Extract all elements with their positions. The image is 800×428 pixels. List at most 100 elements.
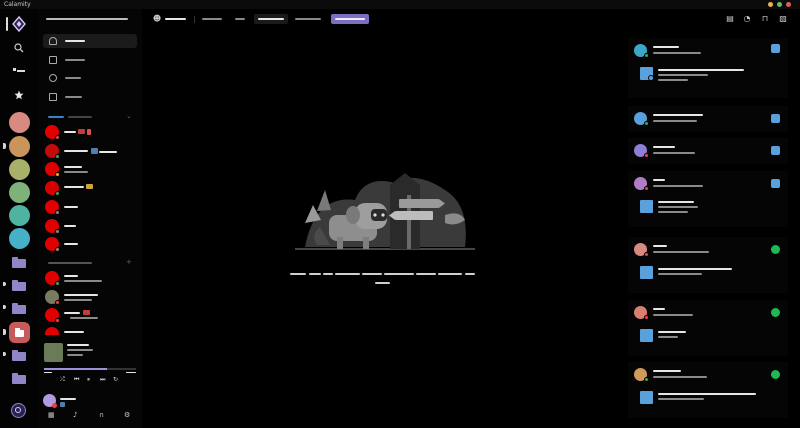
server-icon[interactable] <box>9 182 30 203</box>
activity-card[interactable] <box>628 362 788 418</box>
activity-card[interactable] <box>628 237 788 293</box>
app-icon <box>771 179 780 188</box>
activity-status-icon[interactable]: ▦ <box>48 411 55 419</box>
quick-switch-icon[interactable] <box>10 62 28 80</box>
activity-icon <box>91 148 98 154</box>
server-folder-icon[interactable] <box>12 373 26 384</box>
nav-nitro[interactable] <box>43 71 137 85</box>
activity-card[interactable] <box>628 38 788 98</box>
dm-item[interactable] <box>45 237 137 252</box>
album-art <box>640 329 653 342</box>
badge-icon <box>60 402 65 407</box>
activity-card[interactable] <box>628 106 788 132</box>
shuffle-icon[interactable]: ⤮ <box>60 376 65 384</box>
dm-item[interactable] <box>45 271 137 286</box>
selected-folder-button[interactable] <box>9 322 30 343</box>
minimize-button[interactable] <box>768 2 773 7</box>
dm-item[interactable] <box>45 125 137 140</box>
activity-card[interactable] <box>628 171 788 227</box>
home-selected-pip <box>6 17 8 31</box>
server-folder-icon[interactable] <box>12 280 26 291</box>
unread-pip <box>3 352 6 356</box>
dm-item[interactable] <box>45 290 137 305</box>
dm-item[interactable] <box>45 308 137 323</box>
dm-item[interactable] <box>45 219 137 234</box>
spotify-icon <box>771 245 780 254</box>
activity-card[interactable] <box>628 138 788 164</box>
selected-pip <box>3 329 6 335</box>
dm-item[interactable] <box>45 144 137 159</box>
headphones-icon[interactable]: ∩ <box>99 411 104 419</box>
maximize-button[interactable] <box>777 2 782 7</box>
next-icon[interactable]: ⏭ <box>100 376 105 384</box>
app-icon <box>771 44 780 53</box>
home-logo-icon[interactable] <box>10 15 28 33</box>
unread-pip <box>3 305 6 309</box>
shop-icon <box>49 93 57 101</box>
find-conversation-input[interactable] <box>44 15 136 23</box>
server-folder-icon[interactable] <box>12 257 26 268</box>
server-icon[interactable] <box>9 136 30 157</box>
discover-icon[interactable] <box>11 403 26 418</box>
chevron-down-icon[interactable]: ⌄ <box>126 112 132 120</box>
repeat-icon[interactable]: ↻ <box>113 376 118 383</box>
server-folder-icon[interactable] <box>12 303 26 314</box>
search-icon[interactable] <box>10 39 28 57</box>
app-icon <box>771 114 780 123</box>
settings-gear-icon[interactable]: ⚙ <box>124 411 130 419</box>
game-art <box>640 200 653 213</box>
tab-online[interactable] <box>200 14 224 24</box>
active-now-panel <box>628 34 792 424</box>
game-icon <box>86 184 93 189</box>
mobile-icon <box>87 129 91 135</box>
app-title: Calamity <box>4 1 31 8</box>
dm-item[interactable] <box>45 200 137 215</box>
microphone-icon[interactable]: ♪ <box>73 411 77 419</box>
user-panel: ▦ ♪ ∩ ⚙ <box>38 391 142 428</box>
server-icon[interactable] <box>9 205 30 226</box>
add-friend-button[interactable] <box>331 14 369 24</box>
dm-item[interactable] <box>45 162 137 177</box>
empty-state-illustration <box>295 165 475 257</box>
avatar <box>45 327 59 335</box>
server-rail <box>0 9 38 428</box>
spotify-icon <box>771 370 780 379</box>
friends-icon <box>49 37 57 45</box>
album-art <box>44 343 63 362</box>
close-button[interactable] <box>786 2 791 7</box>
tab-all[interactable] <box>232 14 248 24</box>
nav-library[interactable] <box>43 53 137 67</box>
nav-shop[interactable] <box>43 90 137 104</box>
activity-card[interactable] <box>628 300 788 356</box>
status-indicator <box>52 403 57 408</box>
activity-icon <box>83 310 90 315</box>
pause-icon[interactable]: ⏸ <box>87 376 90 384</box>
activity-icon <box>78 129 85 134</box>
inbox-icon[interactable]: ▤ <box>725 14 735 23</box>
album-art <box>640 266 653 279</box>
track-progress-bar[interactable] <box>44 368 136 370</box>
library-icon <box>49 56 57 64</box>
favorites-star-icon[interactable] <box>10 86 28 104</box>
download-icon[interactable]: ⊓ <box>760 14 770 23</box>
gallery-icon[interactable]: ▧ <box>778 14 788 23</box>
server-folder-icon[interactable] <box>12 350 26 361</box>
tab-blocked[interactable] <box>292 14 324 24</box>
plus-icon[interactable]: + <box>126 258 132 266</box>
unread-pip <box>3 282 6 286</box>
nav-friends[interactable] <box>43 34 137 48</box>
spotify-icon <box>771 308 780 317</box>
server-icon[interactable] <box>9 112 30 133</box>
help-icon[interactable]: ◔ <box>742 14 752 23</box>
dm-item[interactable] <box>45 181 137 196</box>
server-icon[interactable] <box>9 159 30 180</box>
top-bar: ☻ ▤ ◔ ⊓ ▧ <box>142 9 800 29</box>
previous-icon[interactable]: ⏮ <box>74 376 79 384</box>
album-art <box>640 391 653 404</box>
app-icon <box>771 146 780 155</box>
server-icon[interactable] <box>9 228 30 249</box>
music-player: ⤮ ⏮ ⏸ ⏭ ↻ <box>40 339 140 391</box>
title-bar: Calamity <box>0 0 800 9</box>
nitro-icon <box>49 74 57 82</box>
tab-pending[interactable] <box>254 14 288 24</box>
